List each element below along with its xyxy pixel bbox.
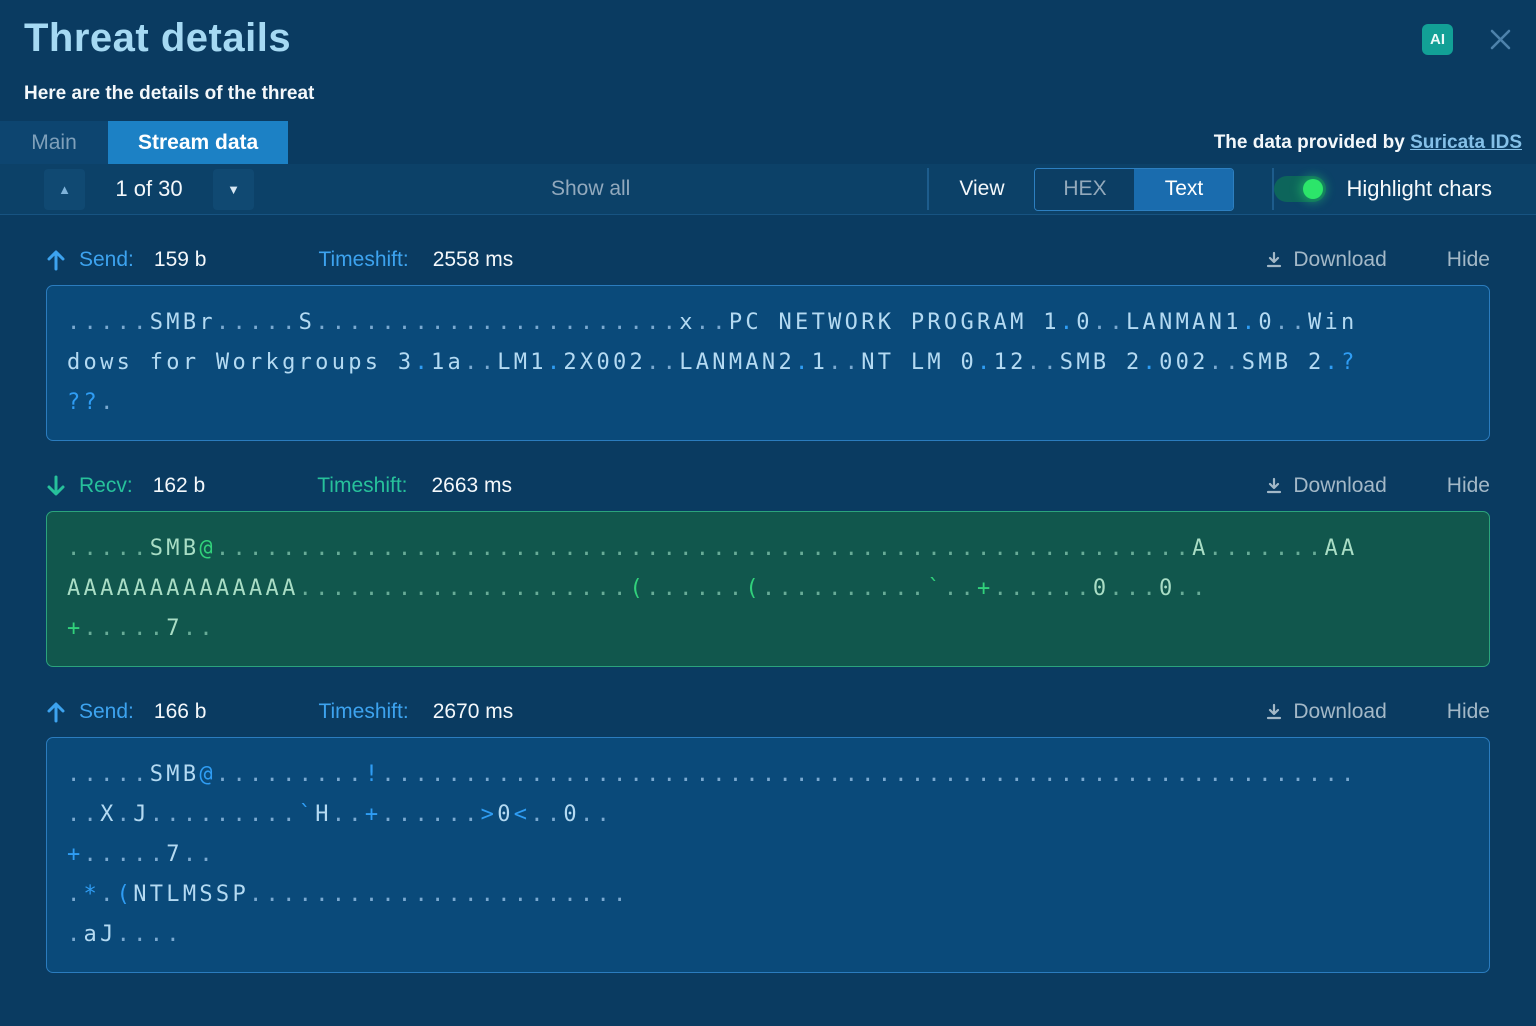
page-title: Threat details bbox=[24, 16, 1512, 61]
triangle-up-icon: ▲ bbox=[58, 182, 71, 197]
stream-line: +.....7.. bbox=[67, 835, 1469, 875]
tab-bar: Main Stream data The data provided by Su… bbox=[0, 121, 1536, 164]
stream-section: Recv: 162 b Timeshift: 2663 ms Download … bbox=[0, 441, 1536, 667]
download-button[interactable]: Download bbox=[1265, 700, 1386, 724]
direction-label: Send: bbox=[79, 248, 134, 272]
stream-line: .*.(NTLMSSP....................... bbox=[67, 875, 1469, 915]
stream-line: .....SMB@.........!.....................… bbox=[67, 755, 1469, 795]
direction-arrow-icon bbox=[46, 701, 66, 723]
stream-line: .....SMBr.....S......................x..… bbox=[67, 303, 1469, 343]
show-all-button[interactable]: Show all bbox=[551, 177, 630, 201]
direction-label: Send: bbox=[79, 700, 134, 724]
stream-size: 166 b bbox=[154, 700, 207, 724]
close-button[interactable] bbox=[1487, 26, 1514, 53]
hide-button[interactable]: Hide bbox=[1447, 474, 1490, 498]
download-icon bbox=[1265, 703, 1283, 721]
ai-badge[interactable]: AI bbox=[1422, 24, 1453, 55]
stream-line: +.....7.. bbox=[67, 609, 1469, 649]
timeshift-value: 2670 ms bbox=[433, 700, 514, 724]
stream-content: .....SMBr.....S......................x..… bbox=[46, 285, 1490, 441]
dialog-header: Threat details AI Here are the details o… bbox=[0, 0, 1536, 105]
stream-line: dows for Workgroups 3.1a..LM1.2X002..LAN… bbox=[67, 343, 1469, 383]
stream-line: .aJ.... bbox=[67, 915, 1469, 955]
stream-toolbar: ▲ 1 of 30 ▼ Show all View HEX Text Highl… bbox=[0, 164, 1536, 215]
toggle-thumb bbox=[1303, 179, 1323, 199]
stream-section: Send: 166 b Timeshift: 2670 ms Download … bbox=[0, 667, 1536, 973]
hide-button[interactable]: Hide bbox=[1447, 248, 1490, 272]
direction-arrow-icon bbox=[46, 249, 66, 271]
stream-line: ??. bbox=[67, 383, 1469, 423]
timeshift-value: 2663 ms bbox=[431, 474, 512, 498]
stream-line: .....SMB@...............................… bbox=[67, 529, 1469, 569]
triangle-down-icon: ▼ bbox=[227, 182, 240, 197]
close-icon bbox=[1487, 41, 1514, 56]
stream-content: .....SMB@.........!.....................… bbox=[46, 737, 1490, 973]
download-button[interactable]: Download bbox=[1265, 474, 1386, 498]
stream-pager: 1 of 30 bbox=[85, 176, 213, 202]
data-provider-note: The data provided by Suricata IDS bbox=[1214, 132, 1536, 154]
highlight-chars-label: Highlight chars bbox=[1346, 176, 1492, 202]
suricata-ids-link[interactable]: Suricata IDS bbox=[1410, 132, 1522, 153]
direction-label: Recv: bbox=[79, 474, 133, 498]
stream-list: Send: 159 b Timeshift: 2558 ms Download … bbox=[0, 215, 1536, 973]
view-text-button[interactable]: Text bbox=[1134, 169, 1233, 210]
direction-arrow-icon bbox=[46, 475, 66, 497]
prev-stream-button[interactable]: ▲ bbox=[44, 169, 85, 210]
tab-stream-data[interactable]: Stream data bbox=[108, 121, 288, 164]
toolbar-divider bbox=[927, 168, 929, 210]
timeshift-value: 2558 ms bbox=[433, 248, 514, 272]
view-hex-button[interactable]: HEX bbox=[1035, 169, 1134, 210]
stream-line: ..X.J.........`H..+......>0<..0.. bbox=[67, 795, 1469, 835]
timeshift-label: Timeshift: bbox=[318, 248, 408, 272]
view-label: View bbox=[959, 177, 1004, 201]
highlight-chars-toggle[interactable] bbox=[1274, 176, 1326, 202]
download-button[interactable]: Download bbox=[1265, 248, 1386, 272]
download-icon bbox=[1265, 477, 1283, 495]
tab-main[interactable]: Main bbox=[0, 121, 108, 164]
stream-line: AAAAAAAAAAAAAA....................(.....… bbox=[67, 569, 1469, 609]
view-mode-segmented-control: HEX Text bbox=[1034, 168, 1234, 211]
stream-size: 162 b bbox=[153, 474, 206, 498]
stream-section: Send: 159 b Timeshift: 2558 ms Download … bbox=[0, 215, 1536, 441]
stream-content: .....SMB@...............................… bbox=[46, 511, 1490, 667]
next-stream-button[interactable]: ▼ bbox=[213, 169, 254, 210]
timeshift-label: Timeshift: bbox=[318, 700, 408, 724]
page-subtitle: Here are the details of the threat bbox=[24, 83, 1512, 105]
stream-size: 159 b bbox=[154, 248, 207, 272]
timeshift-label: Timeshift: bbox=[317, 474, 407, 498]
hide-button[interactable]: Hide bbox=[1447, 700, 1490, 724]
download-icon bbox=[1265, 251, 1283, 269]
